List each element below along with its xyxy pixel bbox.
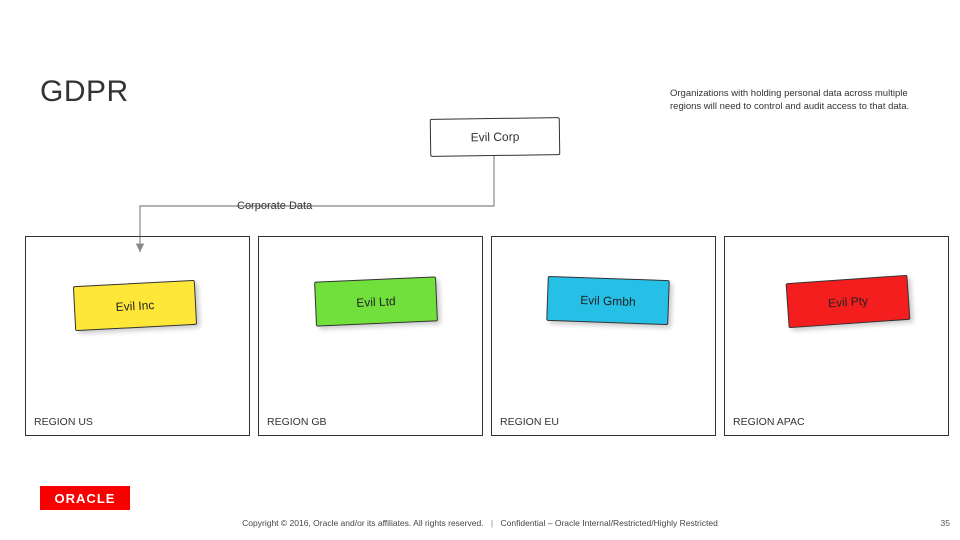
entity-card: Evil Gmbh <box>546 276 669 325</box>
footer-copyright: Copyright © 2016, Oracle and/or its affi… <box>242 518 483 528</box>
region-label: REGION APAC <box>733 416 805 428</box>
region-label: REGION US <box>34 416 93 428</box>
oracle-logo: ORACLE <box>40 486 130 510</box>
entity-card: Evil Inc <box>73 280 197 331</box>
footer-text: Copyright © 2016, Oracle and/or its affi… <box>0 518 960 528</box>
footer-confidential: Confidential – Oracle Internal/Restricte… <box>501 518 718 528</box>
entity-card: Evil Ltd <box>314 276 438 326</box>
footer-separator: | <box>491 518 493 528</box>
region-label: REGION EU <box>500 416 559 428</box>
top-entity-box: Evil Corp <box>430 117 561 157</box>
section-label: Corporate Data <box>237 200 312 212</box>
page-number: 35 <box>941 518 950 528</box>
region-label: REGION GB <box>267 416 327 428</box>
region-row: Evil Inc REGION US Evil Ltd REGION GB Ev… <box>25 236 949 436</box>
region-box: Evil Ltd REGION GB <box>258 236 483 436</box>
slide-subtitle: Organizations with holding personal data… <box>670 88 940 114</box>
region-box: Evil Gmbh REGION EU <box>491 236 716 436</box>
entity-card: Evil Pty <box>786 275 911 328</box>
region-box: Evil Pty REGION APAC <box>724 236 949 436</box>
slide-title: GDPR <box>40 75 129 109</box>
region-box: Evil Inc REGION US <box>25 236 250 436</box>
